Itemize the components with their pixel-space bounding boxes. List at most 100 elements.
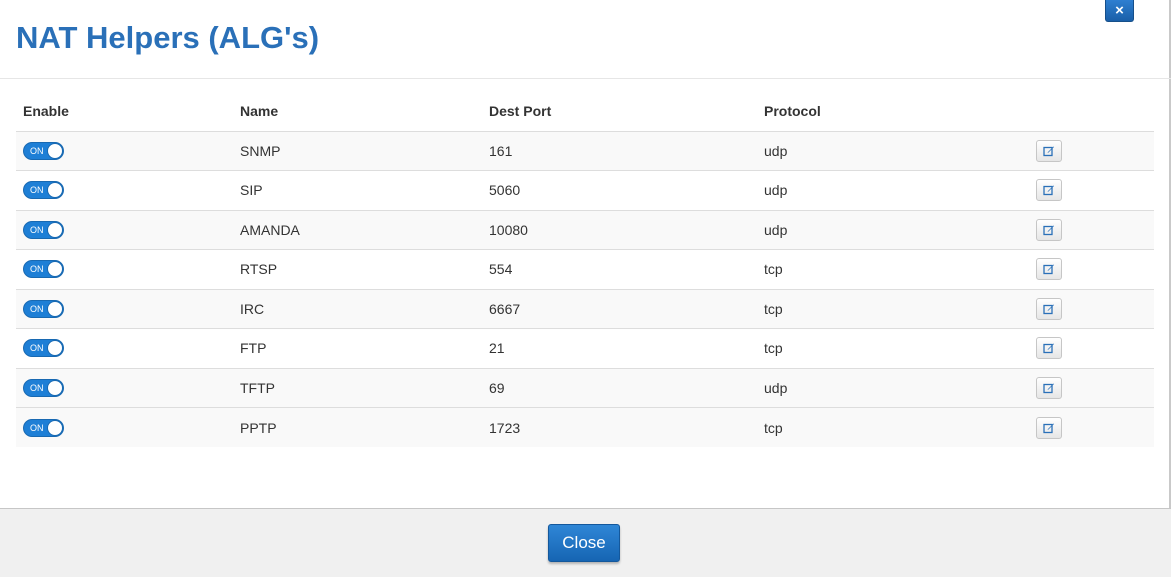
dest-port-cell: 554 bbox=[482, 249, 757, 290]
enable-cell: ON bbox=[16, 328, 233, 369]
protocol-cell: tcp bbox=[757, 289, 1013, 329]
enable-cell: ON bbox=[16, 249, 233, 290]
toggle-state-label: ON bbox=[30, 185, 44, 196]
toggle-knob bbox=[47, 340, 63, 357]
header-protocol: Protocol bbox=[757, 92, 1013, 132]
edit-icon bbox=[1043, 343, 1054, 354]
name-cell: SNMP bbox=[233, 131, 482, 171]
edit-button[interactable] bbox=[1036, 416, 1062, 439]
enable-toggle[interactable]: ON bbox=[23, 181, 64, 200]
toggle-knob bbox=[47, 261, 63, 278]
toggle-knob bbox=[47, 142, 63, 159]
name-cell: AMANDA bbox=[233, 210, 482, 250]
protocol-cell: udp bbox=[757, 368, 1013, 408]
header-divider bbox=[0, 78, 1171, 79]
enable-cell: ON bbox=[16, 407, 233, 447]
enable-toggle[interactable]: ON bbox=[23, 339, 64, 358]
toggle-knob bbox=[47, 221, 63, 238]
dest-port-cell: 10080 bbox=[482, 210, 757, 250]
header-name: Name bbox=[233, 92, 482, 132]
edit-button[interactable] bbox=[1036, 376, 1062, 399]
header-enable: Enable bbox=[16, 92, 233, 132]
dest-port-cell: 161 bbox=[482, 131, 757, 171]
toggle-state-label: ON bbox=[30, 303, 44, 314]
actions-cell bbox=[1013, 289, 1154, 329]
name-cell: PPTP bbox=[233, 407, 482, 447]
enable-toggle[interactable]: ON bbox=[23, 260, 64, 279]
enable-toggle[interactable]: ON bbox=[23, 220, 64, 239]
nat-helpers-dialog: × NAT Helpers (ALG's) Enable Name Dest P… bbox=[0, 0, 1171, 577]
toggle-knob bbox=[47, 379, 63, 396]
edit-icon bbox=[1043, 423, 1054, 433]
header-dest-port: Dest Port bbox=[482, 92, 757, 132]
edit-icon bbox=[1043, 185, 1054, 196]
edit-button[interactable] bbox=[1036, 139, 1062, 162]
actions-cell bbox=[1013, 210, 1154, 250]
edit-icon bbox=[1043, 383, 1054, 393]
toggle-state-label: ON bbox=[30, 264, 44, 275]
edit-icon bbox=[1043, 304, 1054, 314]
edit-button[interactable] bbox=[1036, 179, 1062, 202]
dialog-footer: Close bbox=[0, 508, 1171, 577]
dest-port-cell: 1723 bbox=[482, 407, 757, 447]
header-actions bbox=[1013, 92, 1154, 132]
name-cell: TFTP bbox=[233, 368, 482, 408]
actions-cell bbox=[1013, 328, 1154, 369]
enable-cell: ON bbox=[16, 170, 233, 211]
dest-port-cell: 69 bbox=[482, 368, 757, 408]
edit-icon bbox=[1043, 146, 1054, 156]
table-row: ON FTP 21 tcp bbox=[16, 328, 1154, 369]
actions-cell bbox=[1013, 368, 1154, 408]
close-button[interactable]: Close bbox=[548, 524, 620, 562]
protocol-cell: udp bbox=[757, 210, 1013, 250]
toggle-knob bbox=[47, 182, 63, 199]
edit-icon bbox=[1043, 225, 1054, 235]
dest-port-cell: 6667 bbox=[482, 289, 757, 329]
close-icon: × bbox=[1115, 2, 1124, 19]
edit-button[interactable] bbox=[1036, 337, 1062, 360]
edit-button[interactable] bbox=[1036, 218, 1062, 241]
edit-icon bbox=[1043, 264, 1054, 275]
enable-toggle[interactable]: ON bbox=[23, 378, 64, 397]
table-header-row: Enable Name Dest Port Protocol bbox=[16, 92, 1154, 132]
name-cell: FTP bbox=[233, 328, 482, 369]
enable-cell: ON bbox=[16, 210, 233, 250]
toggle-knob bbox=[47, 419, 63, 436]
edit-button[interactable] bbox=[1036, 297, 1062, 320]
table-row: ON RTSP 554 tcp bbox=[16, 249, 1154, 290]
actions-cell bbox=[1013, 249, 1154, 290]
dest-port-cell: 21 bbox=[482, 328, 757, 369]
table-row: ON PPTP 1723 tcp bbox=[16, 407, 1154, 447]
table-row: ON IRC 6667 tcp bbox=[16, 289, 1154, 329]
enable-toggle[interactable]: ON bbox=[23, 299, 64, 318]
name-cell: RTSP bbox=[233, 249, 482, 290]
actions-cell bbox=[1013, 131, 1154, 171]
table-row: ON SIP 5060 udp bbox=[16, 170, 1154, 211]
nat-helpers-table: Enable Name Dest Port Protocol ON SNMP 1… bbox=[16, 92, 1154, 447]
dest-port-cell: 5060 bbox=[482, 170, 757, 211]
protocol-cell: tcp bbox=[757, 407, 1013, 447]
close-x-button[interactable]: × bbox=[1105, 0, 1134, 22]
toggle-knob bbox=[47, 300, 63, 317]
toggle-state-label: ON bbox=[30, 224, 44, 235]
enable-toggle[interactable]: ON bbox=[23, 418, 64, 437]
edit-button[interactable] bbox=[1036, 258, 1062, 281]
actions-cell bbox=[1013, 170, 1154, 211]
name-cell: IRC bbox=[233, 289, 482, 329]
toggle-state-label: ON bbox=[30, 145, 44, 156]
actions-cell bbox=[1013, 407, 1154, 447]
name-cell: SIP bbox=[233, 170, 482, 211]
protocol-cell: tcp bbox=[757, 249, 1013, 290]
enable-cell: ON bbox=[16, 131, 233, 171]
enable-toggle[interactable]: ON bbox=[23, 141, 64, 160]
table-row: ON TFTP 69 udp bbox=[16, 368, 1154, 408]
enable-cell: ON bbox=[16, 289, 233, 329]
table-row: ON SNMP 161 udp bbox=[16, 131, 1154, 171]
toggle-state-label: ON bbox=[30, 382, 44, 393]
protocol-cell: tcp bbox=[757, 328, 1013, 369]
protocol-cell: udp bbox=[757, 131, 1013, 171]
toggle-state-label: ON bbox=[30, 343, 44, 354]
protocol-cell: udp bbox=[757, 170, 1013, 211]
table-row: ON AMANDA 10080 udp bbox=[16, 210, 1154, 250]
toggle-state-label: ON bbox=[30, 422, 44, 433]
